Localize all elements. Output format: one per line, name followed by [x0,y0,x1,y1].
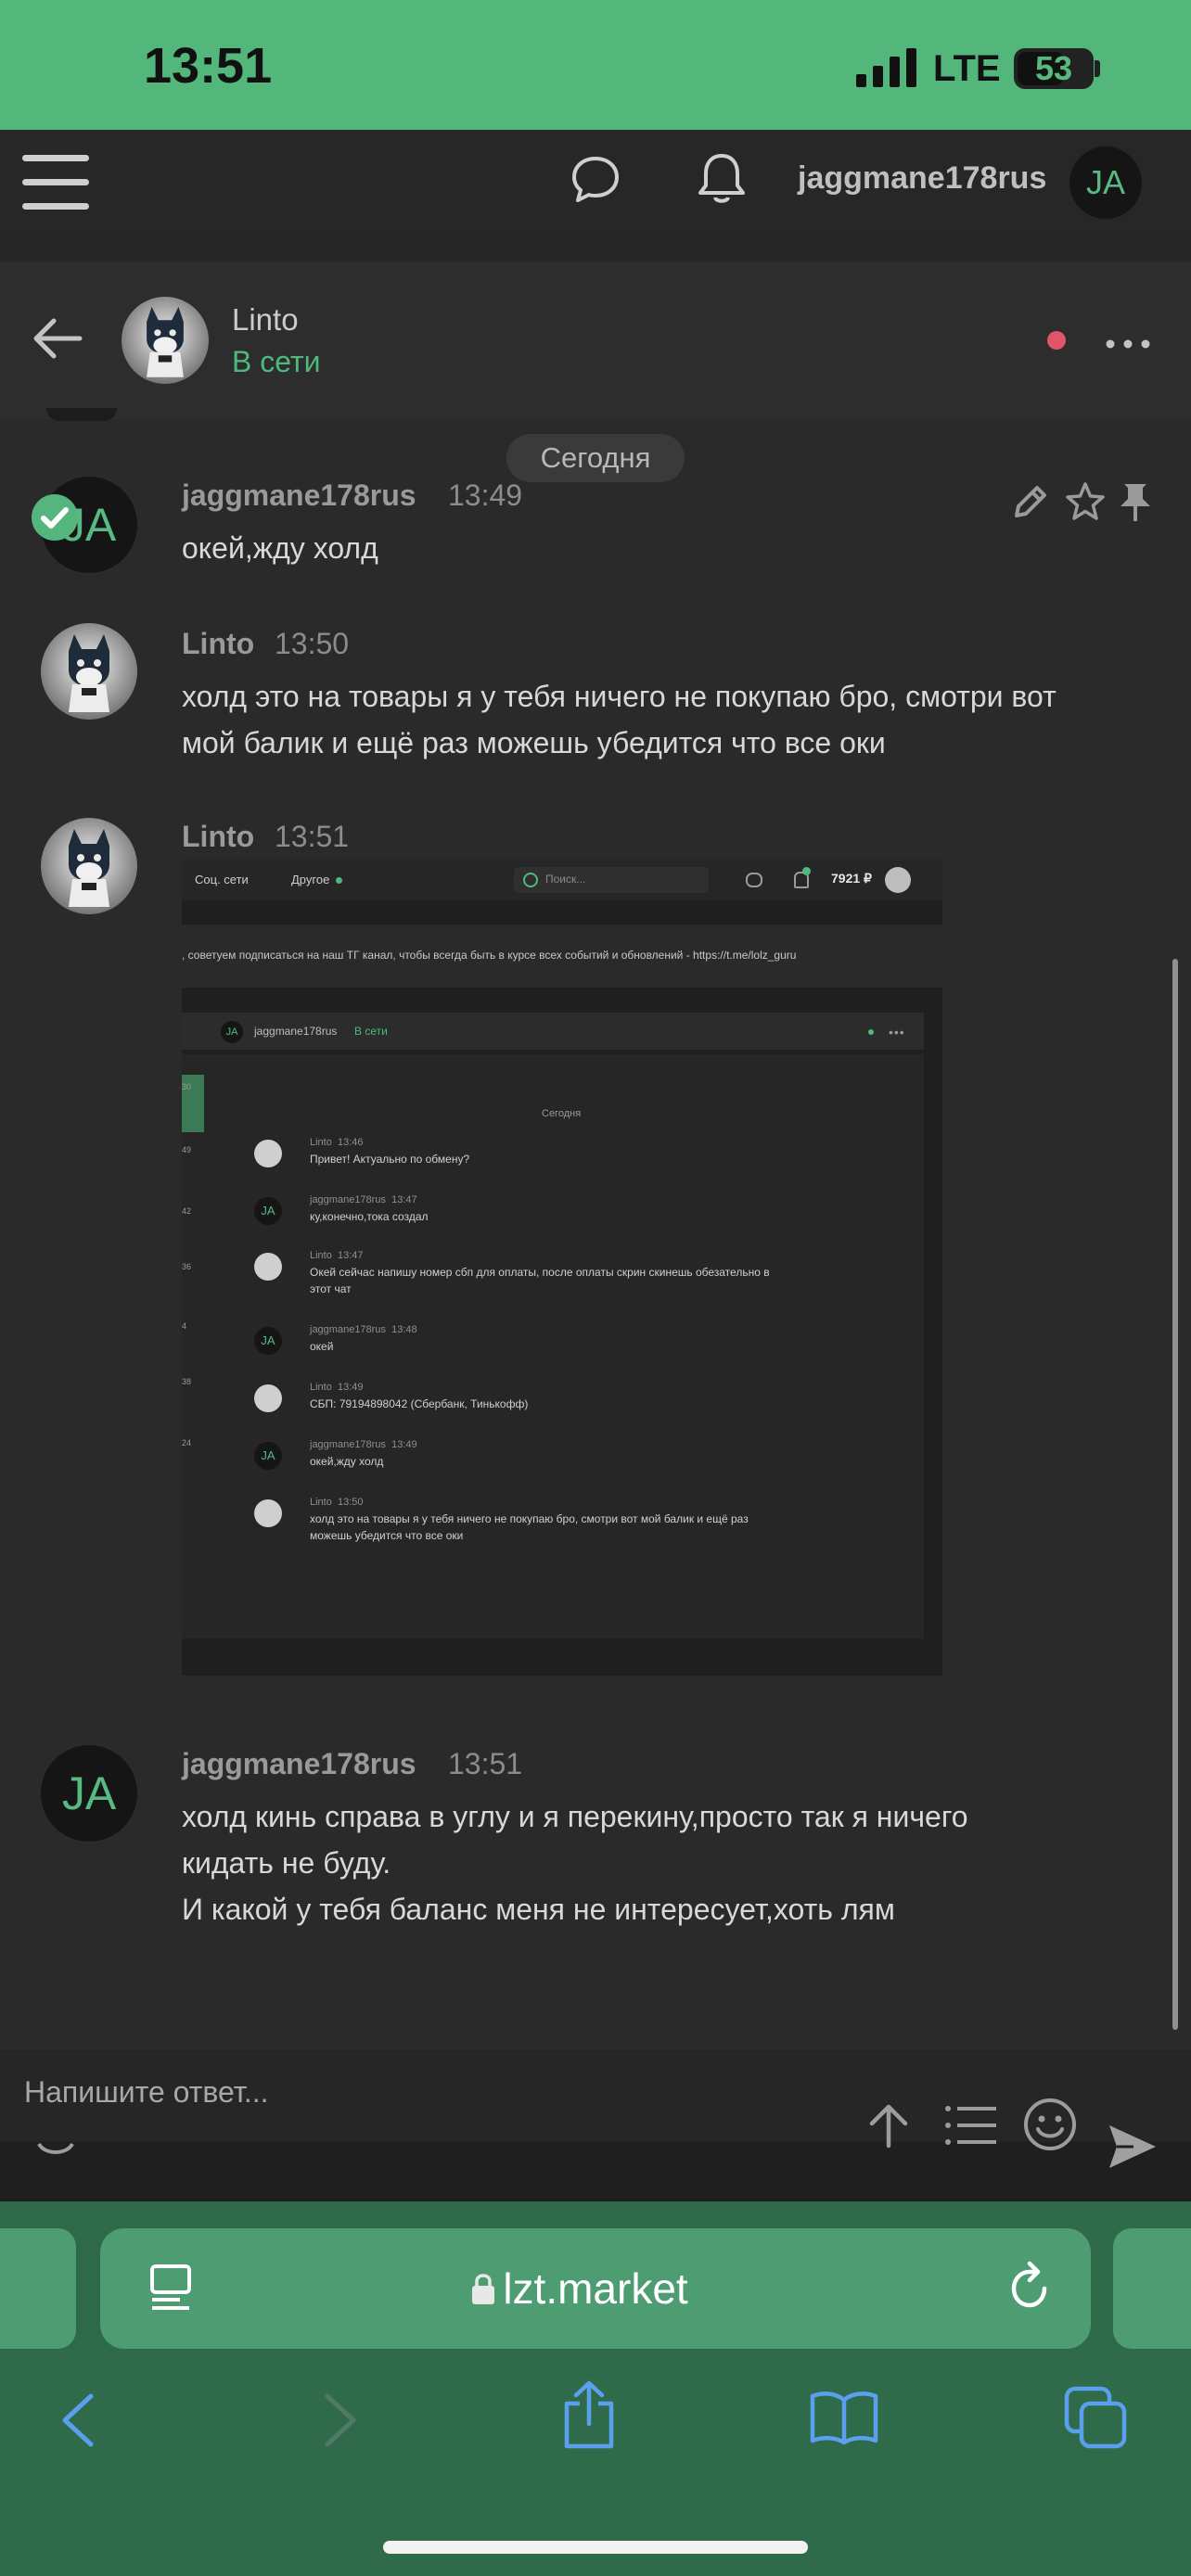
star-icon[interactable] [1064,480,1107,523]
status-dot [1047,331,1066,350]
shot-banner: , советуем подписаться на наш ТГ канал, … [182,949,797,962]
upload-arrow-icon[interactable] [864,2101,913,2149]
reload-icon[interactable] [1004,2261,1056,2315]
shot-search: Поиск... [545,873,586,886]
scrollbar[interactable] [1172,959,1178,2030]
shot-bell-badge [802,867,811,875]
battery-nub [1095,60,1100,77]
edit-pencil-icon[interactable] [1011,482,1050,521]
back-nav-icon[interactable] [58,2391,98,2450]
message-avatar[interactable]: JA [41,1745,137,1842]
battery-level: 53 [1034,49,1073,87]
previous-avatar-edge [46,408,117,421]
pin-icon[interactable] [1117,480,1154,523]
message-image-attachment[interactable]: Соц. сети Другое Поиск... 7921 ₽ , совет… [182,860,942,1694]
home-indicator[interactable] [383,2541,808,2554]
message-text-line: мой балик и ещё раз можешь убедится что … [182,726,886,759]
partial-icon [37,2142,74,2154]
battery-icon: 53 [1014,48,1094,89]
bookmarks-icon[interactable] [809,2389,879,2446]
message-avatar[interactable] [41,818,137,914]
chat-online-status: В сети [232,345,321,378]
message-avatar[interactable] [41,623,137,720]
chat-username[interactable]: Linto [232,302,299,338]
divider [0,234,1191,261]
more-options-icon[interactable] [1106,339,1150,349]
header-username[interactable]: jaggmane178rus [798,160,1046,197]
bell-icon[interactable] [694,150,749,208]
shot-nav-other: Другое [291,873,330,886]
list-icon[interactable] [944,2103,996,2148]
share-icon[interactable] [559,2379,619,2450]
message-time: 13:49 [448,478,523,512]
message-author[interactable]: jaggmane178rus [182,478,416,513]
shot-date: Сегодня [542,1108,582,1119]
message-time: 13:50 [275,627,350,660]
chat-avatar[interactable] [122,297,209,384]
message-text-line: кидать не буду. [182,1846,391,1880]
network-type: LTE [933,48,1001,89]
shot-status: В сети [354,1025,388,1038]
shot-nav-dot [336,877,342,884]
header-avatar[interactable]: JA [1069,147,1142,219]
forward-nav-icon[interactable] [320,2391,361,2450]
message-text-line: И какой у тебя баланс меня не интересует… [182,1893,895,1926]
message-time: 13:51 [448,1747,523,1780]
message-author[interactable]: Linto [182,820,254,854]
menu-icon[interactable] [22,152,91,211]
message-author[interactable]: jaggmane178rus [182,1747,416,1781]
verified-check-icon [32,494,78,541]
signal-icon [856,48,916,87]
date-separator: Сегодня [506,434,685,482]
message-text-line: холд кинь справа в углу и я перекину,про… [182,1800,968,1833]
message-text: окей,жду холд [182,531,378,565]
shot-chat-icon [746,873,762,887]
shot-balance: 7921 ₽ [831,871,872,886]
status-time: 13:51 [144,38,273,94]
emoji-icon[interactable] [1023,2098,1077,2151]
conversations-icon[interactable] [570,153,621,205]
message-author[interactable]: Linto [182,627,254,661]
shot-username: jaggmane178rus [254,1025,338,1038]
tabs-icon[interactable] [1063,2385,1128,2450]
message-time: 13:51 [275,820,350,853]
shot-nav-social: Соц. сети [195,873,249,886]
send-icon[interactable] [1106,2120,1159,2174]
reply-placeholder[interactable]: Напишите ответ... [24,2075,269,2110]
shot-search-icon [523,873,538,887]
back-arrow-icon[interactable] [32,315,83,362]
message-text-line: холд это на товары я у тебя ничего не по… [182,680,1057,713]
